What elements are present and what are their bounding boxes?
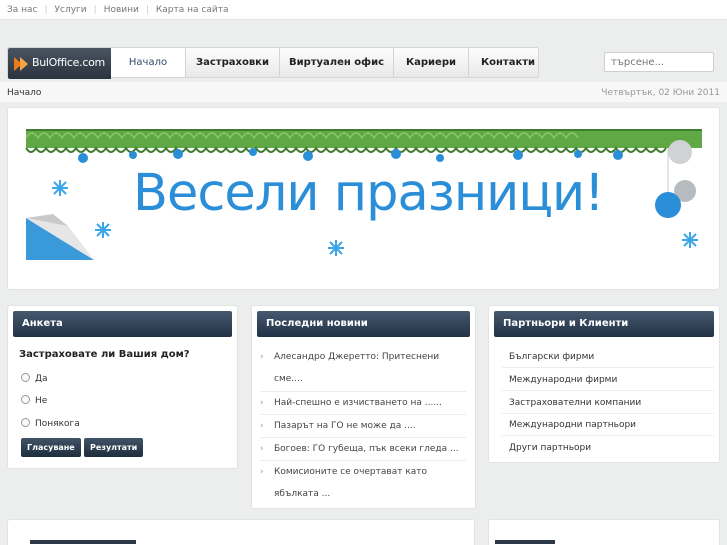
search-input[interactable] bbox=[604, 52, 714, 72]
results-button[interactable]: Резултати bbox=[84, 438, 144, 457]
logo-text: BulOffice.com bbox=[32, 56, 105, 69]
news-panel-title: Последни новини bbox=[257, 311, 470, 337]
separator: | bbox=[44, 5, 48, 15]
chevron-right-icon: › bbox=[260, 398, 264, 408]
partner-link-intl-partners[interactable]: Международни партньори bbox=[502, 414, 714, 436]
news-item-text: Комисионите се очертават като ябълката .… bbox=[274, 467, 428, 499]
news-item[interactable]: › Най-спешно е изчистването на ...... bbox=[260, 392, 466, 415]
news-panel: Последни новини › Алесандро Джеретто: При… bbox=[251, 305, 476, 509]
separator: | bbox=[93, 5, 97, 15]
nav-item-contacts[interactable]: Контакти bbox=[469, 48, 547, 77]
poll-option-yes[interactable]: Да bbox=[21, 373, 48, 384]
top-link-sitemap[interactable]: Карта на сайта bbox=[156, 5, 229, 15]
news-item[interactable]: › Пазарът на ГО не може да .... bbox=[260, 415, 466, 438]
news-item[interactable]: › Алесандро Джеретто: Притеснени сме.... bbox=[260, 346, 466, 392]
top-link-services[interactable]: Услуги bbox=[55, 5, 87, 15]
chevron-right-icon: › bbox=[260, 467, 264, 477]
chevron-right-icon: › bbox=[260, 444, 264, 454]
radio-button[interactable] bbox=[21, 395, 30, 404]
chevron-right-icon: › bbox=[260, 352, 264, 362]
news-item-text: Пазарът на ГО не може да .... bbox=[274, 421, 416, 431]
poll-panel: Анкета Застраховате ли Вашия дом? Да Не … bbox=[7, 305, 238, 469]
poll-option-label: Не bbox=[35, 396, 48, 406]
poll-option-label: Понякога bbox=[35, 419, 80, 429]
news-item[interactable]: › Богоев: ГО губеща, пък всеки гледа ... bbox=[260, 438, 466, 461]
logo-arrows-icon bbox=[14, 57, 28, 71]
breadcrumb[interactable]: Начало bbox=[7, 88, 41, 98]
nav-item-home[interactable]: Начало bbox=[111, 48, 186, 77]
partners-panel: Партньори и Клиенти Български фирми Межд… bbox=[488, 305, 720, 463]
radio-button[interactable] bbox=[21, 373, 30, 382]
partner-link-bulgarian[interactable]: Български фирми bbox=[502, 346, 714, 368]
bottom-panel-right-header bbox=[495, 540, 555, 544]
news-item-text: Богоев: ГО губеща, пък всеки гледа ... bbox=[274, 444, 459, 454]
nav-item-insurance[interactable]: Застраховки bbox=[186, 48, 280, 77]
paper-corner-graphic bbox=[26, 214, 94, 260]
chevron-right-icon: › bbox=[260, 421, 264, 431]
site-logo[interactable]: BulOffice.com bbox=[8, 48, 111, 79]
banner-text: Весели празници! bbox=[133, 164, 605, 223]
garland-decoration bbox=[25, 129, 702, 153]
poll-question: Застраховате ли Вашия дом? bbox=[19, 349, 190, 360]
separator: | bbox=[145, 5, 149, 15]
ornament-balls bbox=[78, 148, 623, 163]
radio-button[interactable] bbox=[21, 418, 30, 427]
top-links: За нас | Услуги | Новини | Карта на сайта bbox=[7, 5, 228, 15]
poll-option-label: Да bbox=[35, 374, 48, 384]
holiday-banner: Весели празници! bbox=[7, 107, 720, 290]
news-item-text: Най-спешно е изчистването на ...... bbox=[274, 398, 442, 408]
top-link-news[interactable]: Новини bbox=[104, 5, 139, 15]
current-date: Четвъртък, 02 Юни 2011 bbox=[601, 88, 720, 98]
nav-item-virtual-office[interactable]: Виртуален офис bbox=[280, 48, 394, 77]
top-link-about[interactable]: За нас bbox=[7, 5, 38, 15]
partners-panel-title: Партньори и Клиенти bbox=[494, 311, 714, 337]
partner-link-international[interactable]: Международни фирми bbox=[502, 369, 714, 391]
poll-panel-title: Анкета bbox=[13, 311, 232, 337]
nav-item-careers[interactable]: Кариери bbox=[394, 48, 469, 77]
partner-link-insurers[interactable]: Застрахователни компании bbox=[502, 392, 714, 414]
news-item-text: Алесандро Джеретто: Притеснени сме.... bbox=[274, 352, 440, 384]
poll-option-sometimes[interactable]: Понякога bbox=[21, 418, 80, 429]
poll-option-no[interactable]: Не bbox=[21, 395, 47, 406]
main-navbar: BulOffice.com Начало Застраховки Виртуал… bbox=[7, 47, 539, 79]
vote-button[interactable]: Гласуване bbox=[21, 438, 81, 457]
partner-link-other[interactable]: Други партньори bbox=[502, 437, 714, 459]
news-item[interactable]: › Комисионите се очертават като ябълката … bbox=[260, 461, 466, 506]
top-utility-bar: За нас | Услуги | Новини | Карта на сайта bbox=[0, 0, 727, 20]
breadcrumb-bar: Начало Четвъртък, 02 Юни 2011 bbox=[0, 82, 727, 102]
bottom-panel-left-header bbox=[30, 540, 136, 544]
